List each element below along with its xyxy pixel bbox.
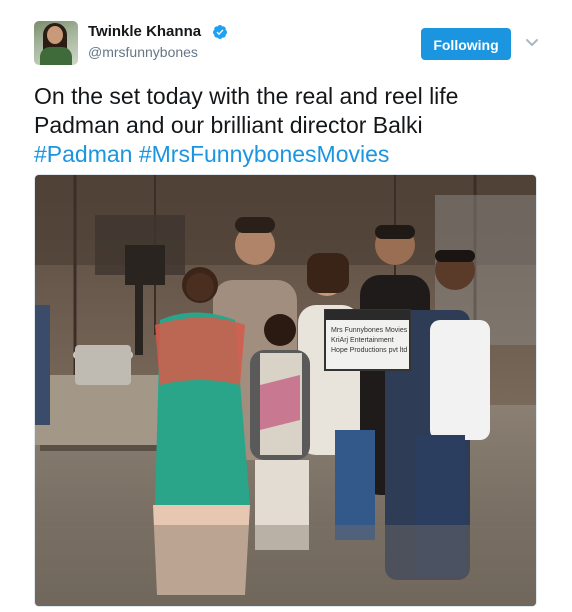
clapperboard-text: Hope Productions pvt ltd [331, 347, 407, 354]
hashtag-link[interactable]: #Padman [34, 141, 132, 167]
following-button[interactable]: Following [421, 28, 511, 60]
verified-badge-icon [212, 25, 227, 39]
clapperboard-text: Mrs Funnybones Movies [331, 327, 408, 334]
avatar-face [47, 26, 63, 44]
chevron-down-icon[interactable] [524, 36, 540, 50]
photo-illustration: Mrs Funnybones Movies KriArj Entertainme… [35, 175, 536, 606]
avatar[interactable] [34, 21, 78, 65]
clapperboard-text: KriArj Entertainment [331, 337, 394, 344]
display-name[interactable]: Twinkle Khanna [88, 23, 201, 40]
tweet-text-line: On the set today with the real and reel … [34, 83, 459, 109]
tweet-photo[interactable]: Mrs Funnybones Movies KriArj Entertainme… [34, 174, 537, 607]
avatar-dress [40, 47, 72, 65]
tweet-card: Twinkle Khanna @mrsfunnybones Following … [0, 0, 572, 612]
tweet-text-line: Padman and our brilliant director Balki [34, 112, 423, 138]
hashtag-line: #Padman #MrsFunnybonesMovies [34, 140, 544, 169]
user-handle[interactable]: @mrsfunnybones [88, 44, 198, 60]
hashtag-link[interactable]: #MrsFunnybonesMovies [139, 141, 390, 167]
tweet-text: On the set today with the real and reel … [34, 82, 544, 169]
